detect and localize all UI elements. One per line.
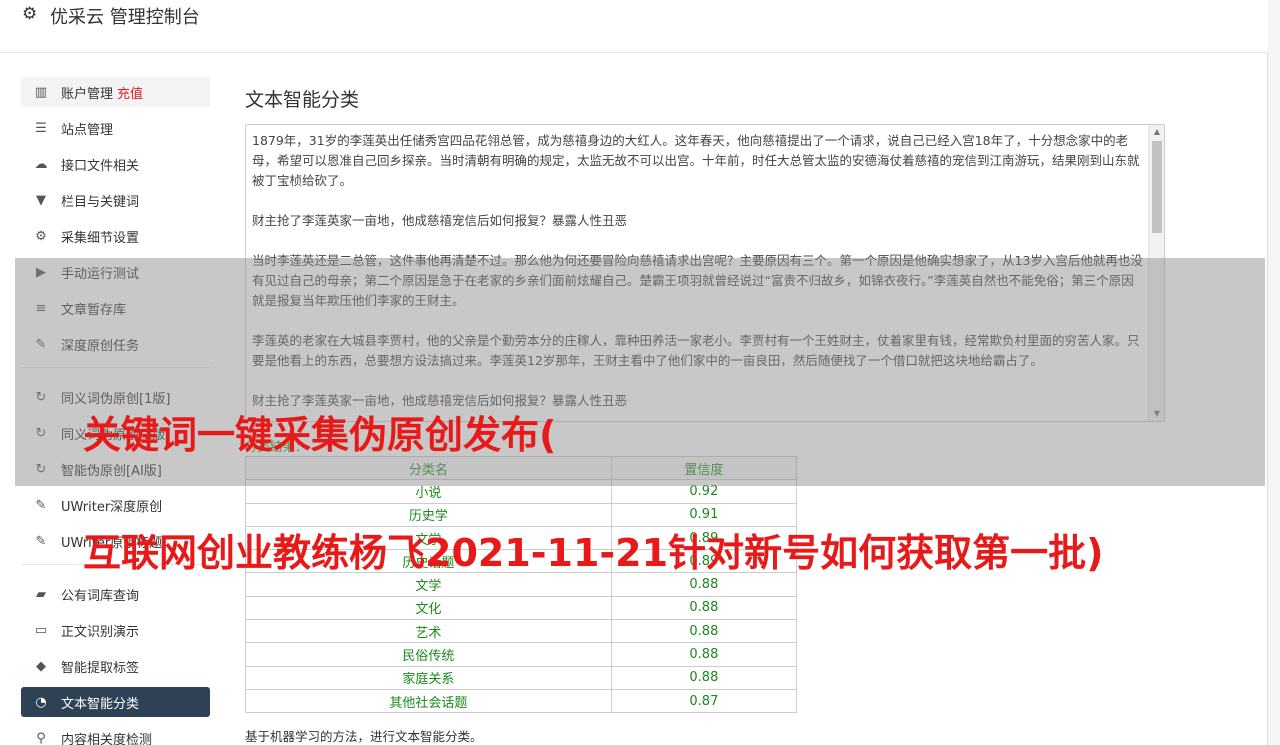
overlay-title-line-2: 互联网创业教练杨飞2021-11-21针对新号如何获取第一批) (83, 531, 1104, 575)
sidebar-item-columns-keywords[interactable]: ▼ 栏目与关键词 (21, 185, 210, 215)
page-title: 文本智能分类 (245, 89, 360, 111)
edit-icon: ✎ (35, 497, 47, 513)
sidebar-item-label: 接口文件相关 (61, 158, 140, 174)
text-paragraph: 1879年，31岁的李莲英出任储秀宫四品花翎总管，成为慈禧身边的大红人。这年春天… (252, 133, 1140, 188)
table-row: 艺术 0.88 (245, 619, 798, 644)
sidebar-item-relevance-check[interactable]: ⚲ 内容相关度检测 (21, 723, 210, 745)
text-paragraph: 财主抢了李莲英家一亩地，他成慈禧宠信后如何报复？暴露人性丑恶 (252, 213, 628, 228)
sidebar-item-label: 站点管理 (61, 122, 114, 138)
category-cell: 艺术 (245, 619, 612, 644)
sidebar-item-interface-files[interactable]: ☁ 接口文件相关 (21, 149, 210, 179)
method-footnote: 基于机器学习的方法，进行文本智能分类。 (245, 729, 483, 744)
confidence-cell: 0.87 (610, 688, 798, 714)
scroll-up-arrow-icon[interactable]: ▲ (1149, 125, 1164, 139)
sidebar-item-label: 账户管理 (61, 86, 114, 102)
table-row: 文化 0.88 (245, 595, 798, 621)
sidebar-item-uwriter-deep[interactable]: ✎ UWriter深度原创 (21, 490, 210, 520)
table-row: 民俗传统 0.88 (245, 642, 798, 667)
category-cell: 民俗传统 (245, 642, 612, 667)
overlay-title-line-1: 关键词一键采集伪原创发布( (83, 413, 557, 457)
monitor-icon: ▭ (34, 622, 48, 638)
bar-chart-icon: ▥ (34, 84, 48, 100)
confidence-cell: 0.88 (610, 619, 798, 644)
link-icon: ⚲ (36, 730, 46, 745)
confidence-cell: 0.88 (610, 595, 798, 621)
table-row: 其他社会话题 0.87 (245, 688, 798, 714)
gears-icon: ⚙ (35, 228, 47, 244)
sidebar-item-label: 公有词库查询 (61, 588, 140, 604)
sidebar-item-label: 正文识别演示 (61, 624, 140, 640)
header: ⚙ 优采云 管理控制台 (0, 0, 1268, 53)
sidebar-item-label: 内容相关度检测 (61, 732, 153, 745)
confidence-cell: 0.88 (610, 665, 798, 690)
confidence-cell: 0.88 (610, 642, 798, 667)
app-title: 优采云 管理控制台 (50, 7, 200, 28)
sidebar-item-sites[interactable]: ☰ 站点管理 (21, 113, 210, 143)
sidebar-item-label: 栏目与关键词 (61, 194, 140, 210)
recharge-link[interactable]: 充值 (117, 83, 143, 102)
category-cell: 其他社会话题 (245, 688, 612, 714)
gear-icon: ⚙ (22, 4, 38, 24)
edit-icon: ✎ (35, 533, 47, 549)
category-cell: 家庭关系 (245, 665, 612, 690)
filter-icon: ▼ (36, 192, 46, 208)
pie-chart-icon: ◔ (35, 694, 47, 710)
sidebar-item-text-recognition[interactable]: ▭ 正文识别演示 (21, 615, 210, 645)
sidebar-item-label: 文本智能分类 (61, 696, 140, 712)
book-icon: ▰ (36, 586, 46, 602)
sidebar-item-public-lexicon[interactable]: ▰ 公有词库查询 (21, 579, 210, 609)
server-icon: ☰ (35, 120, 47, 136)
tag-icon: ◆ (36, 658, 46, 674)
category-cell: 文化 (245, 595, 612, 621)
sidebar-item-label: 智能提取标签 (61, 660, 140, 676)
sidebar-item-collect-settings[interactable]: ⚙ 采集细节设置 (21, 221, 210, 251)
sidebar-item-account[interactable]: ▥ 账户管理 充值 (21, 77, 210, 107)
sidebar-item-text-classification[interactable]: ◔ 文本智能分类 (21, 687, 210, 717)
sidebar-item-tag-extraction[interactable]: ◆ 智能提取标签 (21, 651, 210, 681)
scrollbar-thumb[interactable] (1152, 141, 1162, 233)
table-row: 家庭关系 0.88 (245, 665, 798, 690)
sidebar-item-label: UWriter深度原创 (61, 499, 163, 515)
classification-result-table: 分类名 置信度 小说 0.92 历史学 0.91 文学 0.89 历史话题 0.89 文… (245, 455, 798, 714)
sidebar-item-label: 采集细节设置 (61, 230, 140, 246)
cloud-upload-icon: ☁ (34, 156, 48, 172)
